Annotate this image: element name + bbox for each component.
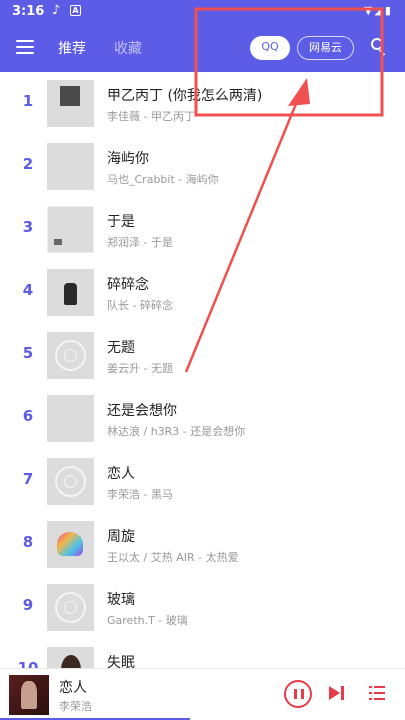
- song-row[interactable]: 3 于是 郑润泽 - 于是: [0, 198, 405, 261]
- song-row[interactable]: 5 无题 姜云升 - 无题: [0, 324, 405, 387]
- song-row[interactable]: 10 失眠: [0, 639, 405, 668]
- song-number: 7: [22, 470, 34, 488]
- song-artist-album: 王以太 / 艾热 AIR - 太热爱: [107, 551, 239, 564]
- song-title: 海屿你: [107, 151, 149, 167]
- tab-favorites[interactable]: 收藏: [114, 38, 142, 58]
- song-title: 周旋: [107, 529, 135, 545]
- album-cover: [47, 395, 94, 442]
- playlist-queue-button[interactable]: [369, 685, 385, 701]
- album-cover: [47, 80, 94, 127]
- search-icon[interactable]: [371, 38, 387, 56]
- now-playing-cover: [9, 675, 49, 715]
- source-qq-button[interactable]: QQ: [250, 36, 290, 60]
- song-number: 8: [22, 533, 34, 551]
- toolbar: 推荐 收藏 QQ 网易云: [0, 28, 405, 68]
- now-playing-title: 恋人: [59, 680, 87, 696]
- song-row[interactable]: 4 碎碎念 队长 - 碎碎念: [0, 261, 405, 324]
- default-disc-cover: [47, 584, 94, 631]
- song-artist-album: 马也_Crabbit - 海屿你: [107, 173, 219, 186]
- album-cover: [47, 647, 94, 668]
- menu-icon[interactable]: [16, 39, 36, 55]
- song-list: 1 甲乙丙丁 (你我怎么两清) 李佳薇 - 甲乙丙丁 2 海屿你 马也_Crab…: [0, 72, 405, 668]
- default-disc-cover: [47, 332, 94, 379]
- song-number: 2: [22, 155, 34, 173]
- mini-player[interactable]: 恋人 李荣浩: [0, 668, 405, 720]
- song-title: 恋人: [107, 466, 135, 482]
- song-artist-album: 郑润泽 - 于是: [107, 236, 173, 249]
- now-playing-artist: 李荣浩: [59, 700, 92, 713]
- song-number: 6: [22, 407, 34, 425]
- song-title: 无题: [107, 340, 135, 356]
- song-title: 失眠: [107, 655, 135, 668]
- status-bar: 3:16 ♪ A ▼◢▮: [0, 0, 405, 24]
- default-disc-cover: [47, 458, 94, 505]
- source-netease-button[interactable]: 网易云: [297, 36, 354, 60]
- signal-battery-icons: ▼◢▮: [364, 4, 393, 17]
- tab-recommend[interactable]: 推荐: [58, 38, 86, 58]
- song-title: 还是会想你: [107, 403, 177, 419]
- album-cover: [47, 143, 94, 190]
- song-title: 甲乙丙丁 (你我怎么两清): [107, 88, 263, 104]
- song-row[interactable]: 8 周旋 王以太 / 艾热 AIR - 太热爱: [0, 513, 405, 576]
- song-row[interactable]: 1 甲乙丙丁 (你我怎么两清) 李佳薇 - 甲乙丙丁: [0, 72, 405, 135]
- status-a-icon: A: [70, 5, 81, 16]
- song-artist-album: 林达浪 / h3R3 - 还是会想你: [107, 425, 246, 438]
- album-cover: [47, 521, 94, 568]
- pause-button[interactable]: [284, 680, 312, 708]
- song-artist-album: 队长 - 碎碎念: [107, 299, 173, 312]
- album-cover: [47, 269, 94, 316]
- album-cover: [47, 206, 94, 253]
- song-number: 5: [22, 344, 34, 362]
- song-artist-album: Gareth.T - 玻璃: [107, 614, 188, 627]
- music-note-icon: ♪: [52, 3, 61, 18]
- status-time: 3:16: [12, 4, 45, 19]
- song-row[interactable]: 6 还是会想你 林达浪 / h3R3 - 还是会想你: [0, 387, 405, 450]
- song-artist-album: 李佳薇 - 甲乙丙丁: [107, 110, 195, 123]
- song-row[interactable]: 9 玻璃 Gareth.T - 玻璃: [0, 576, 405, 639]
- song-row[interactable]: 2 海屿你 马也_Crabbit - 海屿你: [0, 135, 405, 198]
- song-number: 1: [22, 92, 34, 110]
- app-header: 3:16 ♪ A ▼◢▮ 推荐 收藏 QQ 网易云: [0, 0, 405, 72]
- song-title: 玻璃: [107, 592, 135, 608]
- song-row[interactable]: 7 恋人 李荣浩 - 黑马: [0, 450, 405, 513]
- song-number: 9: [22, 596, 34, 614]
- song-title: 碎碎念: [107, 277, 149, 293]
- song-number: 10: [17, 659, 39, 668]
- song-number: 3: [22, 218, 34, 236]
- next-track-button[interactable]: [329, 685, 345, 701]
- song-artist-album: 李荣浩 - 黑马: [107, 488, 173, 501]
- song-artist-album: 姜云升 - 无题: [107, 362, 173, 375]
- song-title: 于是: [107, 214, 135, 230]
- song-number: 4: [22, 281, 34, 299]
